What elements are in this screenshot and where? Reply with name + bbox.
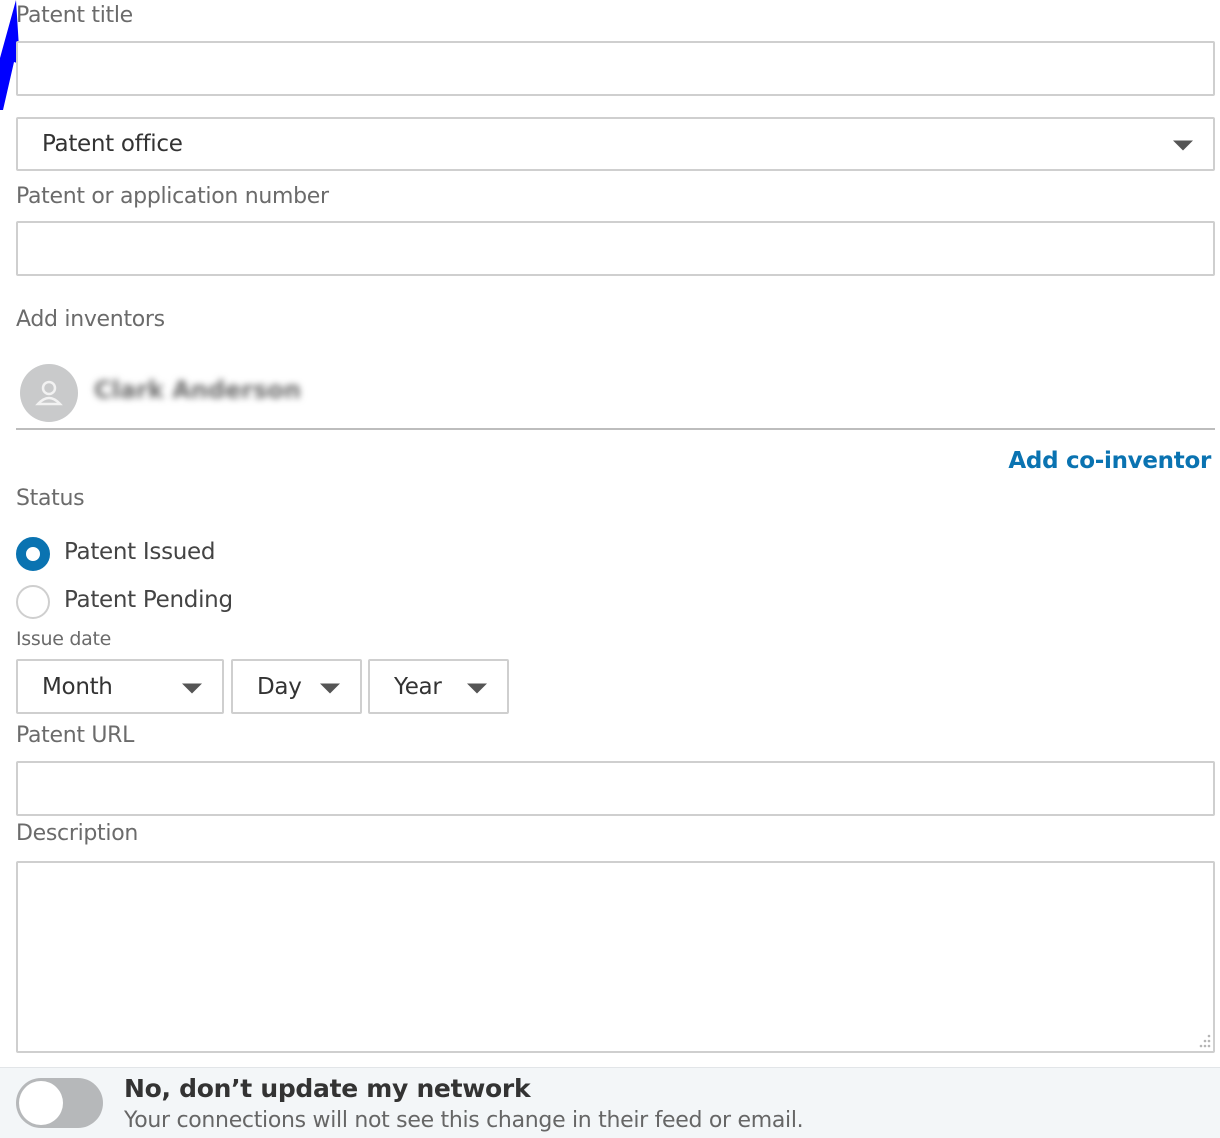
month-select[interactable]: Month (16, 659, 224, 714)
dropdown-caret-icon (320, 683, 340, 693)
person-icon (35, 380, 63, 406)
pending-radio-label: Patent Pending (64, 587, 233, 613)
patent-title-input[interactable] (16, 41, 1215, 96)
month-select-value: Month (42, 673, 113, 700)
year-select-value: Year (394, 673, 442, 700)
year-select[interactable]: Year (368, 659, 509, 714)
pending-radio[interactable] (16, 585, 50, 619)
issued-radio-label: Patent Issued (64, 539, 216, 565)
add-coinventor-link[interactable]: Add co-inventor (1008, 448, 1211, 474)
network-update-toggle[interactable] (16, 1078, 103, 1128)
avatar (20, 364, 78, 422)
resize-grip-icon[interactable] (1194, 1032, 1212, 1050)
status-label: Status (16, 486, 85, 511)
dropdown-caret-icon (467, 683, 487, 693)
dropdown-caret-icon (182, 683, 202, 693)
dropdown-caret-icon (1173, 140, 1193, 151)
patent-url-input[interactable] (16, 761, 1215, 816)
patent-number-input[interactable] (16, 221, 1215, 276)
patent-number-label: Patent or application number (16, 184, 329, 209)
day-select-value: Day (257, 673, 302, 700)
add-inventors-label: Add inventors (16, 307, 165, 332)
issue-date-label: Issue date (16, 628, 112, 650)
inventor-name: Clark Anderson (94, 376, 301, 404)
day-select[interactable]: Day (231, 659, 362, 714)
patent-office-select[interactable]: Patent office (16, 117, 1215, 171)
toggle-knob (19, 1081, 63, 1125)
description-label: Description (16, 821, 138, 846)
patent-title-label: Patent title (16, 3, 133, 28)
description-textarea[interactable] (16, 861, 1215, 1053)
patent-url-label: Patent URL (16, 723, 135, 748)
toggle-subtitle: Your connections will not see this chang… (124, 1108, 804, 1133)
patent-office-selected-value: Patent office (42, 131, 183, 157)
issued-radio[interactable] (16, 537, 50, 571)
inventor-chip[interactable]: Clark Anderson (16, 360, 1215, 430)
toggle-title: No, don’t update my network (124, 1074, 531, 1103)
share-with-network-footer: No, don’t update my network Your connect… (0, 1067, 1220, 1138)
